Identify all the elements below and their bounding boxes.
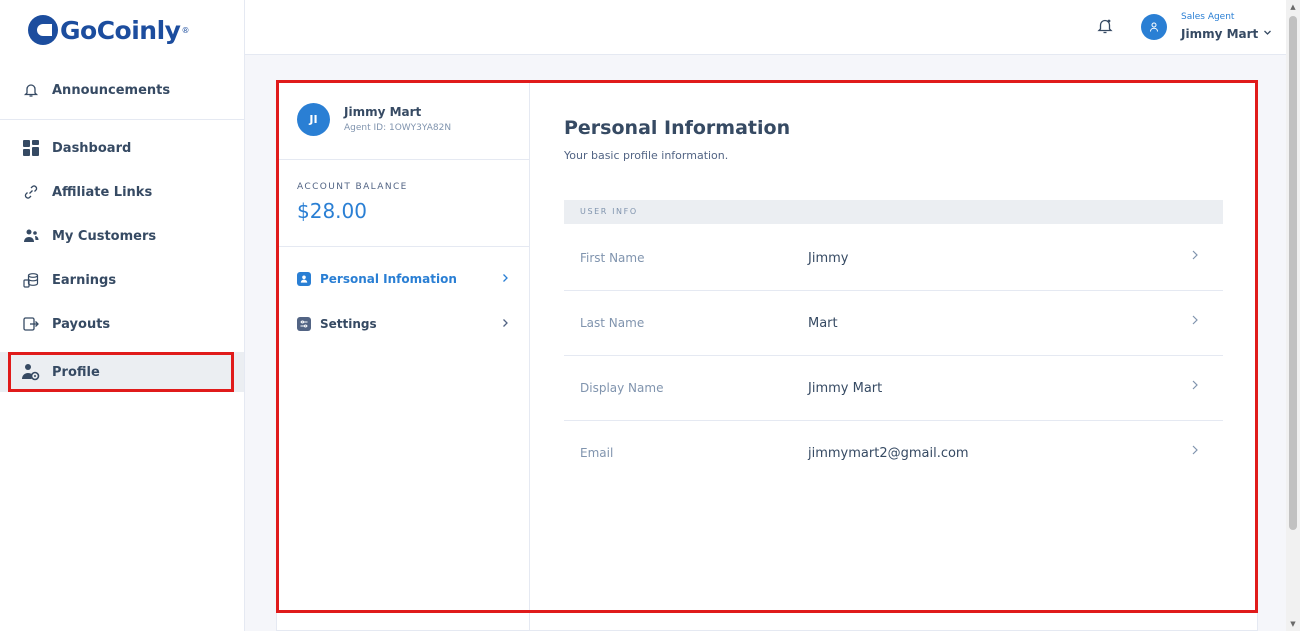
sidebar-item-label: Announcements (52, 82, 171, 98)
chevron-right-icon (501, 273, 509, 286)
profile-avatar: JI (297, 103, 330, 136)
scroll-up-arrow-icon[interactable]: ▲ (1289, 3, 1297, 11)
profile-user-block: JI Jimmy Mart Agent ID: 1OWY3YA82N (277, 81, 529, 160)
info-row-value: jimmymart2@gmail.com (808, 446, 969, 461)
section-header-user-info: USER INFO (564, 200, 1223, 224)
profile-side-panel: JI Jimmy Mart Agent ID: 1OWY3YA82N ACCOU… (277, 81, 530, 631)
user-role: Sales Agent (1181, 12, 1235, 22)
section-header-label: USER INFO (580, 207, 638, 216)
chevron-down-icon (1263, 28, 1272, 40)
profile-agent-id: Agent ID: 1OWY3YA82N (344, 123, 452, 133)
chevron-right-icon (501, 318, 509, 331)
menu-item-label: Personal Infomation (320, 272, 457, 286)
sidebar-item-dashboard[interactable]: Dashboard (0, 128, 244, 168)
info-row-value: Jimmy (808, 251, 849, 266)
sidebar-item-label: Payouts (52, 316, 111, 332)
user-icon (1148, 18, 1160, 37)
profile-card: JI Jimmy Mart Agent ID: 1OWY3YA82N ACCOU… (276, 80, 1258, 631)
profile-user-name: Jimmy Mart (344, 105, 422, 119)
info-row-value: Mart (808, 316, 838, 331)
user-avatar[interactable] (1141, 14, 1167, 40)
bell-icon (22, 81, 40, 99)
scroll-down-arrow-icon[interactable]: ▼ (1289, 620, 1297, 628)
grid-icon (22, 139, 40, 157)
user-name: Jimmy Mart (1181, 27, 1259, 41)
user-card-icon (297, 272, 311, 286)
logo-icon (28, 15, 58, 45)
sidebar-item-payouts[interactable]: Payouts (0, 304, 244, 344)
sidebar-item-affiliate-links[interactable]: Affiliate Links (0, 172, 244, 212)
info-row-display-name[interactable]: Display Name Jimmy Mart (564, 356, 1223, 421)
chevron-right-icon (1191, 379, 1199, 395)
info-row-label: Email (580, 446, 614, 460)
chevron-right-icon (1191, 314, 1199, 330)
sidebar-item-label: Profile (52, 364, 100, 380)
info-row-label: Display Name (580, 381, 664, 395)
user-gear-icon (22, 363, 40, 381)
sidebar-item-announcements[interactable]: Announcements (0, 70, 244, 110)
notification-bell-icon[interactable] (1096, 17, 1114, 35)
chevron-right-icon (1191, 444, 1199, 460)
link-icon (22, 183, 40, 201)
info-row-first-name[interactable]: First Name Jimmy (564, 226, 1223, 291)
sidebar-item-label: Dashboard (52, 140, 132, 156)
exit-icon (22, 315, 40, 333)
sidebar-item-label: My Customers (52, 228, 157, 244)
coins-icon (22, 271, 40, 289)
sidebar-item-earnings[interactable]: Earnings (0, 260, 244, 300)
user-menu-toggle[interactable]: Jimmy Mart (1181, 27, 1272, 41)
info-row-email[interactable]: Email jimmymart2@gmail.com (564, 421, 1223, 486)
users-icon (22, 227, 40, 245)
account-balance-label: ACCOUNT BALANCE (297, 182, 408, 192)
sidebar-item-profile[interactable]: Profile (0, 352, 244, 392)
menu-item-settings[interactable]: Settings (297, 312, 509, 336)
sidebar-item-my-customers[interactable]: My Customers (0, 216, 244, 256)
scrollbar-thumb[interactable] (1289, 16, 1297, 530)
chevron-right-icon (1191, 249, 1199, 265)
sidebar: GoCoinly ® Announcements Dashboard Affil… (0, 0, 245, 631)
settings-icon (297, 317, 311, 331)
top-header (245, 0, 1286, 55)
page-scrollbar[interactable]: ▲ ▼ (1286, 0, 1300, 631)
sidebar-item-label: Affiliate Links (52, 184, 153, 200)
info-row-value: Jimmy Mart (808, 381, 883, 396)
brand-logo[interactable]: GoCoinly ® (28, 14, 189, 46)
page-subtitle: Your basic profile information. (564, 149, 729, 162)
menu-item-personal-information[interactable]: Personal Infomation (297, 267, 509, 291)
account-balance-value: $28.00 (297, 199, 367, 223)
info-row-label: Last Name (580, 316, 645, 330)
menu-item-label: Settings (320, 317, 377, 331)
logo-registered-mark: ® (181, 25, 190, 35)
sidebar-item-label: Earnings (52, 272, 117, 288)
info-row-last-name[interactable]: Last Name Mart (564, 291, 1223, 356)
logo-text: GoCoinly (60, 15, 181, 45)
personal-information-panel: Personal Information Your basic profile … (530, 81, 1257, 631)
page-title: Personal Information (564, 117, 791, 139)
info-row-label: First Name (580, 251, 645, 265)
account-balance-block: ACCOUNT BALANCE $28.00 (277, 160, 529, 247)
